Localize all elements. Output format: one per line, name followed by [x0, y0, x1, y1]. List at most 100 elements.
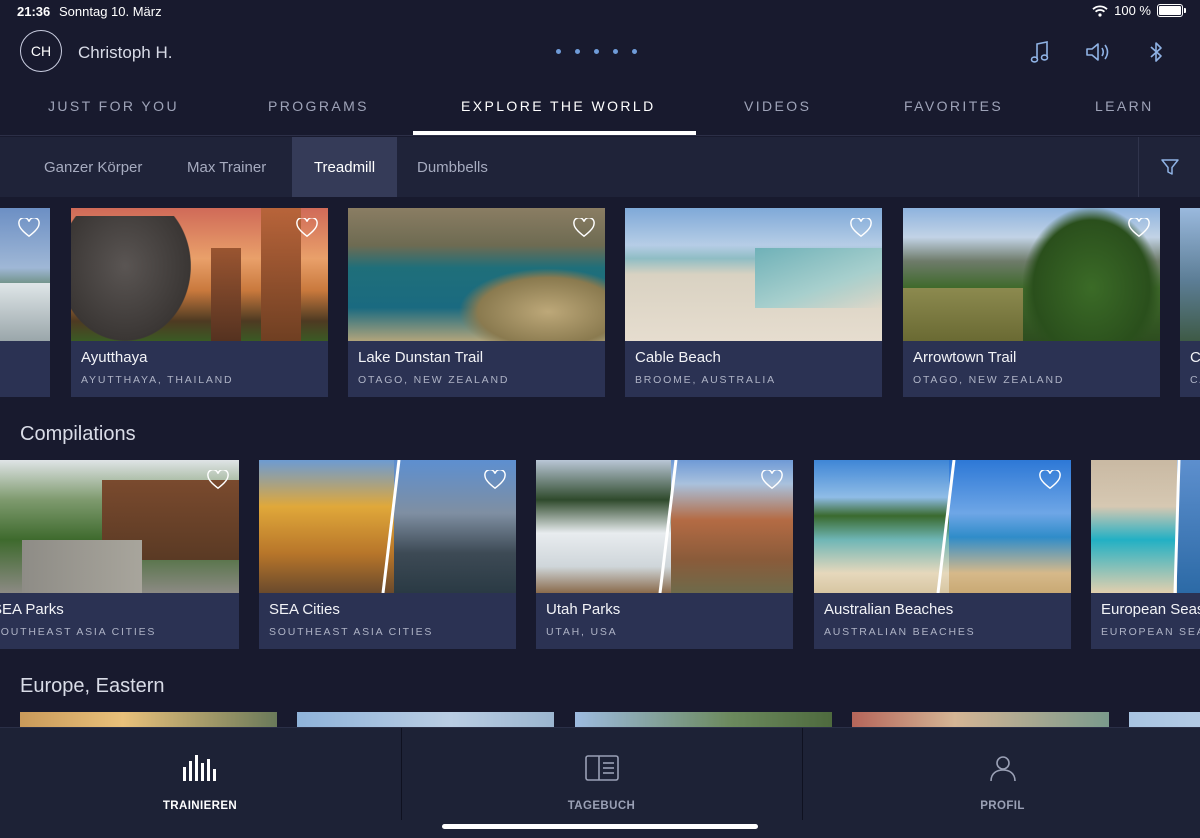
person-icon: [989, 756, 1016, 782]
card-title: European Seas: [1101, 601, 1200, 618]
tab-programs[interactable]: PROGRAMS: [268, 98, 369, 114]
card-image: [814, 460, 1071, 593]
card-title: Arrowtown Trail: [913, 349, 1017, 366]
tab-profil[interactable]: PROFIL: [802, 728, 1200, 820]
page-dot: [575, 49, 580, 54]
route-card-partial[interactable]: [0, 208, 50, 397]
route-card[interactable]: [297, 712, 554, 728]
chip-label: Treadmill: [313, 158, 376, 176]
header-actions: [1026, 38, 1170, 66]
tab-label: TRAINIEREN: [162, 800, 238, 812]
favorite-heart-icon[interactable]: [18, 218, 40, 238]
compilation-card-sea-parks[interactable]: SEA Parks SOUTHEAST ASIA CITIES: [0, 460, 239, 649]
route-card-partial-right[interactable]: C CA: [1180, 208, 1200, 397]
tab-just-for-you[interactable]: JUST FOR YOU: [48, 98, 179, 114]
section-title-compilations: Compilations: [20, 423, 136, 445]
favorite-heart-icon[interactable]: [573, 218, 595, 238]
card-title: SEA Cities: [269, 601, 340, 618]
card-title: Australian Beaches: [824, 601, 954, 618]
compilation-card-european-seas[interactable]: European Seas EUROPEAN SEA: [1091, 460, 1200, 649]
card-image: [852, 712, 1109, 728]
route-card-cable-beach[interactable]: Cable Beach BROOME, AUSTRALIA: [625, 208, 882, 397]
route-card-lake-dunstan-trail[interactable]: Lake Dunstan Trail OTAGO, NEW ZEALAND: [348, 208, 605, 397]
route-card[interactable]: [575, 712, 832, 728]
card-title: C: [1190, 349, 1200, 366]
split-divider: [936, 460, 956, 593]
tab-trainieren[interactable]: TRAINIEREN: [0, 728, 400, 820]
compilation-card-sea-cities[interactable]: SEA Cities SOUTHEAST ASIA CITIES: [259, 460, 516, 649]
card-subtitle: BROOME, AUSTRALIA: [635, 374, 776, 386]
tab-explore-the-world[interactable]: EXPLORE THE WORLD: [461, 98, 656, 114]
favorite-heart-icon[interactable]: [761, 470, 783, 490]
compilation-card-utah-parks[interactable]: Utah Parks UTAH, USA: [536, 460, 793, 649]
tab-label: TAGEBUCH: [567, 800, 636, 812]
music-button[interactable]: [1026, 38, 1054, 66]
username[interactable]: Christoph H.: [78, 43, 172, 63]
card-subtitle: EUROPEAN SEA: [1101, 626, 1200, 638]
favorite-heart-icon[interactable]: [484, 470, 506, 490]
card-image: [71, 208, 328, 341]
avatar-initials: CH: [30, 43, 52, 59]
route-card[interactable]: [852, 712, 1109, 728]
favorite-heart-icon[interactable]: [296, 218, 318, 238]
card-subtitle: OTAGO, NEW ZEALAND: [358, 374, 510, 386]
bluetooth-button[interactable]: [1142, 38, 1170, 66]
card-subtitle: AUSTRALIAN BEACHES: [824, 626, 976, 638]
battery-percent: 100 %: [1114, 3, 1151, 18]
tab-label: PROFIL: [980, 800, 1025, 812]
tab-learn[interactable]: LEARN: [1095, 98, 1154, 114]
card-subtitle: SOUTHEAST ASIA CITIES: [269, 626, 434, 638]
favorite-heart-icon[interactable]: [1128, 218, 1150, 238]
card-image: [20, 712, 277, 728]
page-dot: [613, 49, 618, 54]
chip-treadmill[interactable]: Treadmill: [292, 137, 397, 197]
route-card[interactable]: [20, 712, 277, 728]
home-indicator[interactable]: [442, 824, 758, 829]
card-subtitle: UTAH, USA: [546, 626, 618, 638]
chip-dumbbells[interactable]: Dumbbells: [417, 137, 488, 197]
status-bar: 21:36 Sonntag 10. März 100 %: [0, 0, 1200, 24]
card-image: [0, 460, 239, 593]
chip-ganzer-koerper[interactable]: Ganzer Körper: [44, 137, 142, 197]
card-image: [536, 460, 793, 593]
battery-icon: [1157, 4, 1186, 17]
bottom-tab-bar: TRAINIEREN TAGEBUCH PROFIL: [0, 727, 1200, 838]
route-card[interactable]: [1129, 712, 1200, 728]
status-indicators: 100 %: [1092, 3, 1186, 18]
avatar[interactable]: CH: [20, 30, 62, 72]
tab-favorites[interactable]: FAVORITES: [904, 98, 1003, 114]
card-title: Ayutthaya: [81, 349, 148, 366]
card-subtitle: CA: [1190, 374, 1200, 386]
split-divider: [1173, 460, 1181, 593]
page-dot: [594, 49, 599, 54]
split-divider: [658, 460, 678, 593]
card-image: [1091, 460, 1200, 593]
favorite-heart-icon[interactable]: [207, 470, 229, 490]
music-note-icon: [1030, 41, 1049, 63]
favorite-heart-icon[interactable]: [850, 218, 872, 238]
compilation-card-australian-beaches[interactable]: Australian Beaches AUSTRALIAN BEACHES: [814, 460, 1071, 649]
split-divider: [381, 460, 401, 593]
chip-label: Ganzer Körper: [44, 158, 143, 176]
status-time: 21:36: [17, 4, 51, 19]
route-card-ayutthaya[interactable]: Ayutthaya AYUTTHAYA, THAILAND: [71, 208, 328, 397]
equalizer-icon: [183, 755, 216, 781]
card-title: SEA Parks: [0, 601, 64, 618]
card-image: [259, 460, 516, 593]
bluetooth-icon: [1150, 42, 1162, 62]
speaker-icon: [1086, 43, 1109, 61]
card-image: [903, 208, 1160, 341]
chip-max-trainer[interactable]: Max Trainer: [187, 137, 266, 197]
favorite-heart-icon[interactable]: [1039, 470, 1061, 490]
main-nav: JUST FOR YOU PROGRAMS EXPLORE THE WORLD …: [0, 82, 1200, 136]
filter-button[interactable]: [1138, 137, 1200, 197]
tab-tagebuch[interactable]: TAGEBUCH: [401, 728, 801, 820]
tab-videos[interactable]: VIDEOS: [744, 98, 811, 114]
volume-button[interactable]: [1084, 38, 1112, 66]
route-card-arrowtown-trail[interactable]: Arrowtown Trail OTAGO, NEW ZEALAND: [903, 208, 1160, 397]
card-title: Cable Beach: [635, 349, 721, 366]
page-dot: [556, 49, 561, 54]
page-dot: [632, 49, 637, 54]
card-image: [625, 208, 882, 341]
status-date: Sonntag 10. März: [59, 4, 162, 19]
